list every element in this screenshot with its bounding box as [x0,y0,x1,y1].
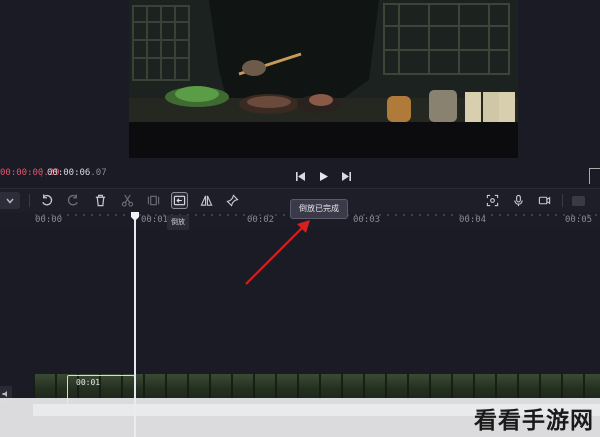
trash-icon [95,194,106,207]
play-icon[interactable] [315,168,331,184]
video-frame [129,0,518,158]
mirror-icon [200,195,213,206]
redo-button[interactable] [65,192,82,209]
undo-icon [42,194,53,206]
undo-button[interactable] [38,192,55,209]
total-time: 00:00:06.07 [47,168,107,178]
reverse-button[interactable] [171,192,188,209]
marker-button[interactable] [224,192,241,209]
watermark-bar: 看看手游网 [0,398,600,437]
crop-icon[interactable] [589,168,600,184]
reverse-done-toast: 倒放已完成 [290,199,348,219]
reverse-icon [173,195,186,206]
freeze-frame-icon [147,195,160,206]
microphone-icon [514,194,523,207]
redo-icon [67,194,78,206]
toolbar-divider [562,194,563,207]
ruler-label: 00:01 [141,215,169,225]
watermark-text: 看看手游网 [474,408,594,434]
speaker-icon [2,391,7,397]
ruler-label: 00:03 [353,215,381,225]
next-frame-icon[interactable] [338,168,354,184]
clip-duration: 00:01 [76,378,101,387]
ruler-label: 00:00 [35,215,63,225]
video-preview [129,0,518,158]
split-button[interactable] [119,192,136,209]
total-time-main: 00:00:06 [47,168,91,178]
total-time-frac: .07 [90,168,107,178]
reframe-icon [486,194,499,207]
scissors-icon [121,194,134,207]
freeze-frame-button[interactable] [145,192,162,209]
video-camera-icon [538,196,551,205]
mirror-button[interactable] [198,192,215,209]
delete-button[interactable] [92,192,109,209]
record-audio-button[interactable] [510,192,527,209]
reverse-tooltip: 倒放 [167,215,189,230]
toolbar-divider [29,194,30,207]
auto-reframe-button[interactable] [484,192,501,209]
prev-frame-icon[interactable] [292,168,308,184]
camera-button[interactable] [536,192,553,209]
ruler-label: 00:05 [565,215,593,225]
zoom-slider-handle[interactable] [570,192,587,209]
time-separator: | [39,168,45,178]
ruler-label: 00:04 [459,215,487,225]
ruler-label: 00:02 [247,215,275,225]
pin-icon [226,194,239,207]
preview-area: 00:00:00.29 | 00:00:06.07 [0,0,600,186]
menu-dropdown[interactable] [0,192,20,209]
chevron-down-icon [6,198,14,204]
